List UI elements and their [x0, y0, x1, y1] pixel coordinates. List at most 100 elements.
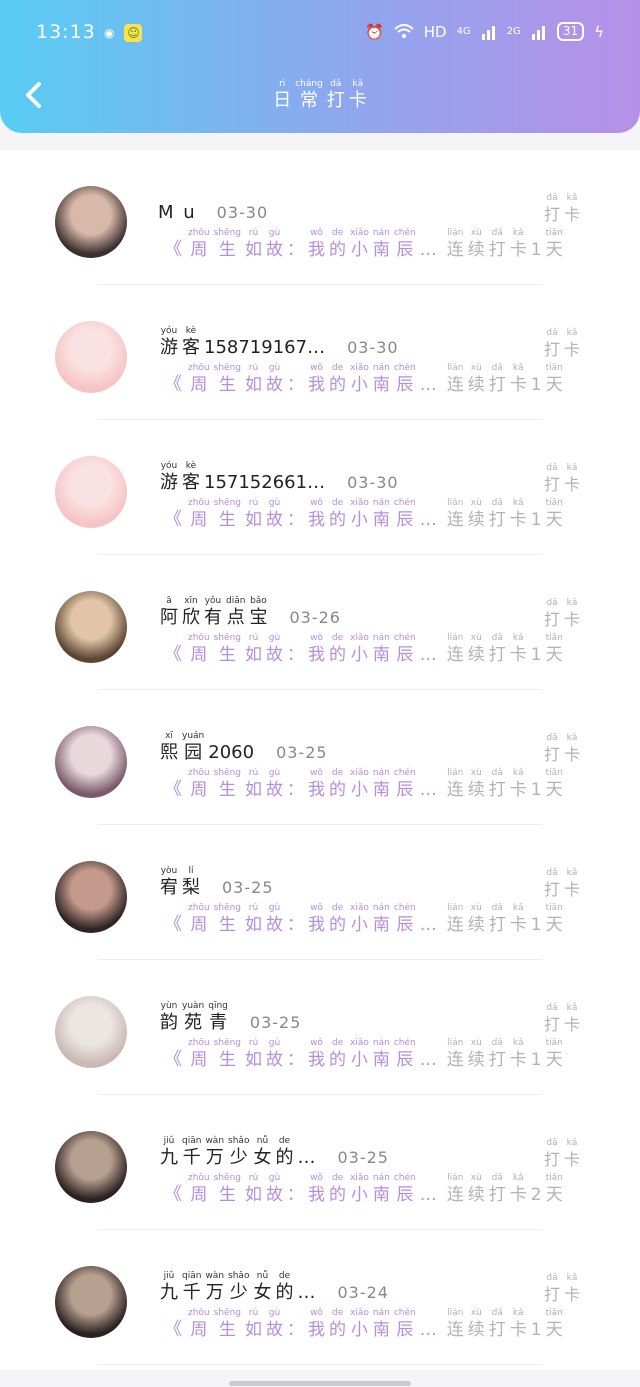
pinyin: lián: [447, 1038, 464, 1048]
ruby-char: wǒ 我: [308, 1037, 325, 1071]
pinyin: kǎ: [566, 733, 578, 743]
ruby-char: bǎo 宝: [249, 595, 267, 629]
book-title[interactable]: zhōu 周 shēng 生 rú 如 gù 故 ： wǒ 我 de 的 xiǎo 小 nán 南 chén 辰 …: [186, 227, 439, 261]
book-title[interactable]: zhōu 周 shēng 生 rú 如 gù 故 ： wǒ 我 de 的 xiǎo 小 nán 南 chén 辰 …: [186, 632, 439, 666]
user-name[interactable]: yóu 游 kè 客 157152661…: [158, 460, 327, 494]
ruby-char: dǎ 打: [544, 597, 560, 631]
book-quote-mark: 《: [164, 1184, 182, 1205]
avatar[interactable]: [55, 186, 127, 258]
pinyin: [294, 1307, 297, 1319]
ruby-char: xiǎo 小: [350, 227, 369, 261]
pinyin: nán: [372, 1173, 390, 1183]
pinyin: nǚ: [256, 1136, 269, 1146]
ruby-char: …: [297, 1270, 315, 1304]
ruby-char: rú 如: [245, 1307, 262, 1341]
ruby-char: de 的: [275, 1270, 293, 1304]
notification-icon: ◉: [104, 26, 115, 40]
pinyin: dǎ: [491, 633, 503, 643]
user-name[interactable]: yùn 韵 yuàn 苑 qīng 青: [158, 1000, 230, 1034]
home-indicator[interactable]: [229, 1381, 411, 1386]
pinyin: kǎ: [566, 1273, 578, 1283]
user-name[interactable]: M u: [158, 202, 197, 224]
hanzi: 卡: [563, 475, 580, 494]
user-name[interactable]: xī 熙 yuán 园 2060: [158, 730, 256, 764]
ruby-char: lián 连: [447, 1172, 464, 1206]
book-quote-mark: 《: [164, 1049, 182, 1070]
ruby-char: …: [420, 227, 437, 261]
entry-header: yóu 游 kè 客 157152661… 03-30: [158, 460, 399, 494]
pinyin: kǎ: [512, 903, 524, 913]
hanzi: 如: [245, 645, 262, 665]
user-name[interactable]: yóu 游 kè 客 158719167…: [158, 325, 327, 359]
list-item[interactable]: yóu 游 kè 客 157152661… 03-30 dǎ 打 kǎ 卡《 zhōu 周 shēng…: [0, 420, 640, 555]
avatar[interactable]: [55, 1266, 127, 1338]
ruby-char: dǎ 打: [489, 767, 506, 801]
ruby-char: zhōu 周: [188, 227, 210, 261]
pinyin: xiǎo: [350, 363, 369, 373]
checkin-label: dǎ 打 kǎ 卡: [542, 1002, 582, 1036]
streak-text: lián 连 xù 续 dǎ 打 kǎ 卡 1 tiān 天: [445, 497, 565, 531]
ruby-char: ：: [287, 497, 304, 531]
avatar[interactable]: [55, 996, 127, 1068]
pinyin: xiǎo: [350, 498, 369, 508]
pinyin: zhōu: [188, 903, 210, 913]
checkin-date: 03-30: [347, 338, 399, 357]
hanzi: 点: [226, 607, 245, 628]
hanzi: 卡: [509, 780, 527, 800]
book-title[interactable]: zhōu 周 shēng 生 rú 如 gù 故 ： wǒ 我 de 的 xiǎo 小 nán 南 chén 辰 …: [186, 497, 439, 531]
pinyin: dǎ: [491, 1173, 503, 1183]
pinyin: [427, 497, 430, 509]
hanzi: 打: [326, 90, 345, 111]
streak-text: lián 连 xù 续 dǎ 打 kǎ 卡 1 tiān 天: [445, 632, 565, 666]
user-name[interactable]: yòu 宥 lí 梨: [158, 865, 202, 899]
avatar[interactable]: [55, 321, 127, 393]
hanzi: 卡: [509, 645, 527, 665]
pinyin: xù: [470, 498, 482, 508]
list-item[interactable]: yòu 宥 lí 梨 03-25 dǎ 打 kǎ 卡《 zhōu 周 shēng 生 rú 如 gù 故 ： wǒ…: [0, 825, 640, 960]
user-name[interactable]: ā 阿 xīn 欣 yǒu 有 diǎn 点 bǎo 宝: [158, 595, 269, 629]
ruby-char: xiǎo 小: [350, 1172, 369, 1206]
book-title[interactable]: zhōu 周 shēng 生 rú 如 gù 故 ： wǒ 我 de 的 xiǎo 小 nán 南 chén 辰 …: [186, 362, 439, 396]
pinyin: chén: [393, 1308, 416, 1318]
avatar[interactable]: [55, 726, 127, 798]
list-item[interactable]: jiǔ 九 qiān 千 wàn 万 shǎo 少 nǚ 女 de 的 … 03-24 dǎ 打 kǎ 卡《 zh…: [0, 1230, 640, 1365]
hanzi: 卡: [509, 915, 527, 935]
ruby-char: zhōu 周: [188, 1172, 210, 1206]
avatar[interactable]: [55, 1131, 127, 1203]
book-title[interactable]: zhōu 周 shēng 生 rú 如 gù 故 ： wǒ 我 de 的 xiǎo 小 nán 南 chén 辰 …: [186, 767, 439, 801]
list-item[interactable]: jiǔ 九 qiān 千 wàn 万 shǎo 少 nǚ 女 de 的 … 03-25 dǎ 打 kǎ 卡《 zh…: [0, 1095, 640, 1230]
pinyin: wǒ: [310, 498, 323, 508]
hanzi: 天: [545, 1050, 563, 1070]
list-item[interactable]: ā 阿 xīn 欣 yǒu 有 diǎn 点 bǎo 宝 03-26 dǎ 打 kǎ 卡《 zhōu 周 shēn…: [0, 555, 640, 690]
pinyin: nán: [372, 633, 390, 643]
list-item[interactable]: M u 03-30 dǎ 打 kǎ 卡《 zhōu 周 shēng 生 rú 如 gù 故 ： wǒ 我 de 的…: [0, 150, 640, 285]
list-item[interactable]: xī 熙 yuán 园 2060 03-25 dǎ 打 kǎ 卡《 zhōu 周 shēng 生 rú 如 g…: [0, 690, 640, 825]
pinyin: tiān: [545, 498, 563, 508]
book-title[interactable]: zhōu 周 shēng 生 rú 如 gù 故 ： wǒ 我 de 的 xiǎo 小 nán 南 chén 辰 …: [186, 1172, 439, 1206]
ruby-char: dǎ 打: [489, 1307, 506, 1341]
hanzi: 天: [545, 240, 563, 260]
hanzi: 的: [329, 915, 346, 935]
hanzi: 卡: [563, 745, 580, 764]
checkin-label: dǎ 打 kǎ 卡: [542, 192, 582, 226]
book-title[interactable]: zhōu 周 shēng 生 rú 如 gù 故 ： wǒ 我 de 的 xiǎo 小 nán 南 chén 辰 …: [186, 1037, 439, 1071]
pinyin: rú: [248, 228, 259, 238]
avatar[interactable]: [55, 861, 127, 933]
avatar[interactable]: [55, 591, 127, 663]
hanzi: 周: [190, 780, 208, 800]
pinyin: [427, 1172, 430, 1184]
user-name[interactable]: jiǔ 九 qiān 千 wàn 万 shǎo 少 nǚ 女 de 的 …: [158, 1270, 317, 1304]
streak-text: lián 连 xù 续 dǎ 打 kǎ 卡 1 tiān 天: [445, 1037, 565, 1071]
hanzi: 如: [245, 240, 262, 260]
book-title[interactable]: zhōu 周 shēng 生 rú 如 gù 故 ： wǒ 我 de 的 xiǎo 小 nán 南 chén 辰 …: [186, 902, 439, 936]
pinyin: kǎ: [512, 633, 524, 643]
user-name[interactable]: jiǔ 九 qiān 千 wàn 万 shǎo 少 nǚ 女 de 的 …: [158, 1135, 317, 1169]
entry-header: xī 熙 yuán 园 2060 03-25: [158, 730, 328, 764]
book-line: 《 zhōu 周 shēng 生 rú 如 gù 故 ： wǒ 我 de 的 xiǎo 小 nán 南 chén 辰…: [164, 227, 565, 261]
pinyin: cháng: [295, 79, 323, 89]
streak-text: lián 连 xù 续 dǎ 打 kǎ 卡 1 tiān 天: [445, 227, 565, 261]
avatar[interactable]: [55, 456, 127, 528]
list-item[interactable]: yùn 韵 yuàn 苑 qīng 青 03-25 dǎ 打 kǎ 卡《 zhōu 周 shēng 生 rú 如…: [0, 960, 640, 1095]
list-item[interactable]: yóu 游 kè 客 158719167… 03-30 dǎ 打 kǎ 卡《 zhōu 周 shēng…: [0, 285, 640, 420]
book-title[interactable]: zhōu 周 shēng 生 rú 如 gù 故 ： wǒ 我 de 的 xiǎo 小 nán 南 chén 辰 …: [186, 1307, 439, 1341]
